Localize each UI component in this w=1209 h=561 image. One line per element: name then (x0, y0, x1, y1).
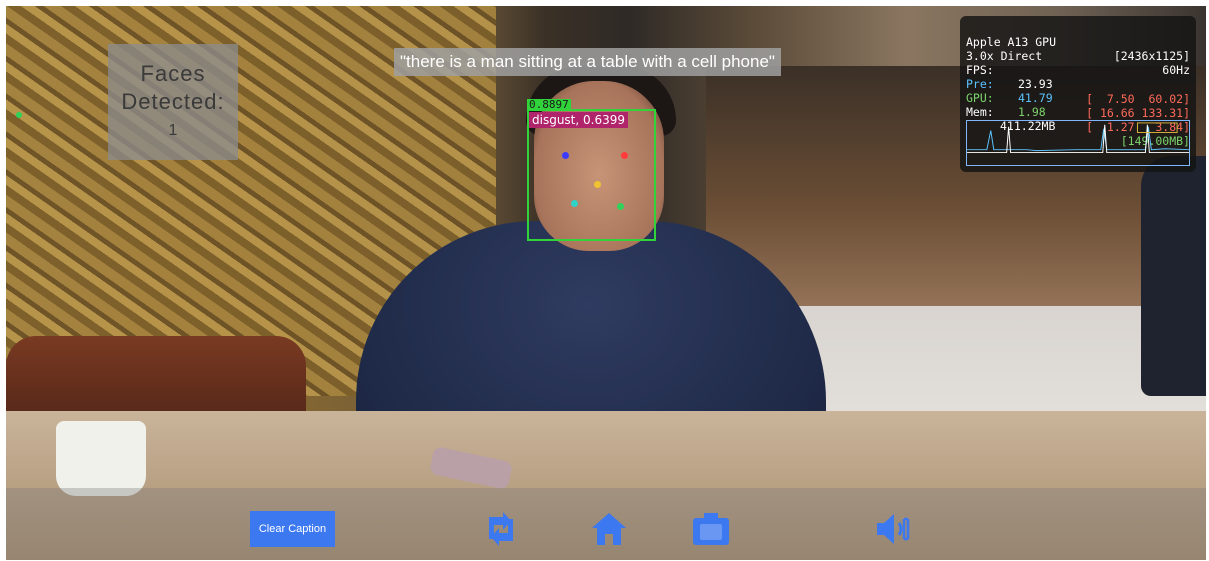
speaker-icon[interactable] (872, 506, 918, 552)
switch-camera-icon[interactable] (478, 506, 524, 552)
perf-mem-label: Mem: (966, 104, 994, 119)
clear-caption-button[interactable]: Clear Caption (250, 511, 335, 547)
detection-score: 0.8897 (527, 98, 571, 111)
emotion-label: disgust, 0.6399 (529, 112, 628, 128)
faces-detected-count: 1 (168, 122, 178, 139)
landmark-mouth-right (617, 203, 624, 210)
caption-text: "there is a man sitting at a table with … (394, 48, 781, 76)
landmark-nose (594, 181, 601, 188)
tracking-dot (16, 112, 22, 118)
performance-overlay: Apple A13 GPU [2436x1125] 3.0x Direct 60… (960, 16, 1196, 172)
landmark-right-eye (621, 152, 628, 159)
frame-time-graph (966, 120, 1190, 166)
home-icon[interactable] (586, 506, 632, 552)
camera-view: Faces Detected: 1 "there is a man sittin… (6, 6, 1206, 560)
landmark-left-eye (562, 152, 569, 159)
faces-detected-label: Faces Detected: (121, 61, 225, 114)
faces-detected-panel: Faces Detected: 1 (108, 44, 238, 160)
face-bounding-box (527, 109, 656, 241)
camera-icon[interactable] (688, 506, 734, 552)
background-person (1141, 156, 1206, 396)
mug (56, 421, 146, 496)
landmark-mouth-left (571, 200, 578, 207)
